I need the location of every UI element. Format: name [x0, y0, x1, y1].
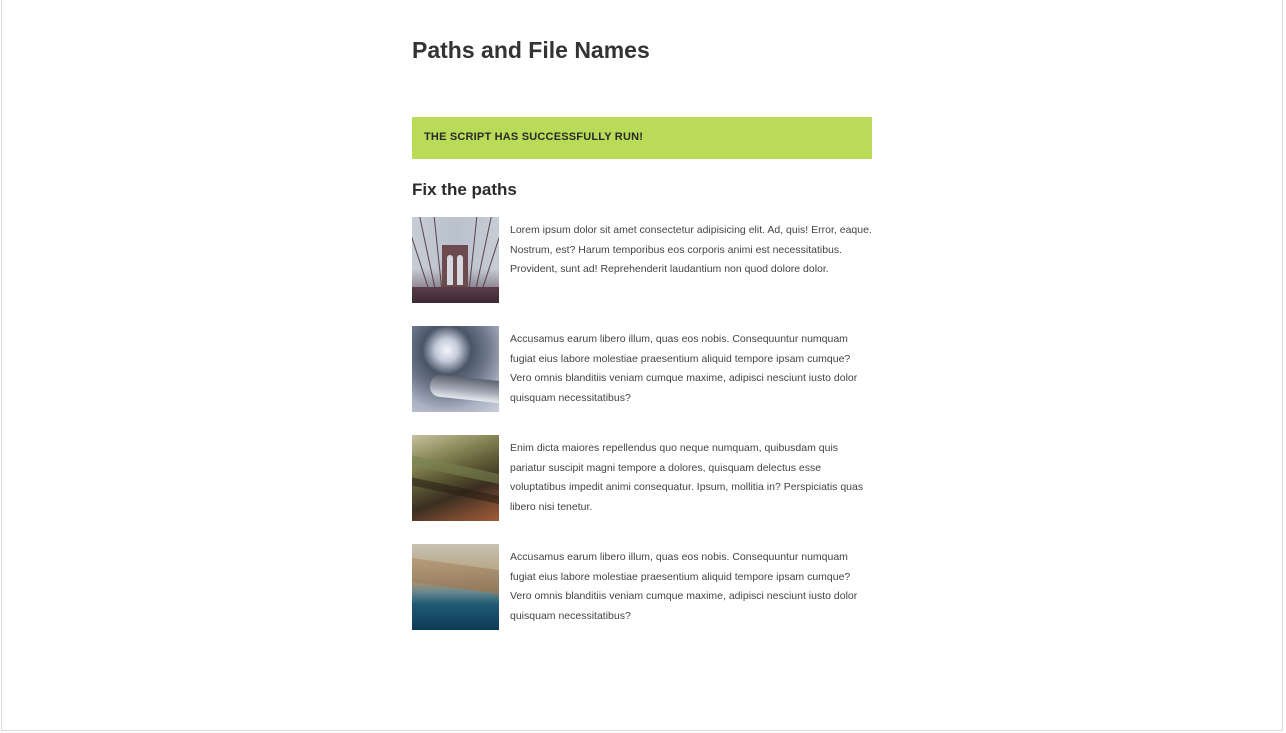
bridge-photo [412, 217, 499, 303]
success-alert: THE SCRIPT HAS SUCCESSFULLY RUN! [412, 117, 872, 159]
content-container: Paths and File Names THE SCRIPT HAS SUCC… [412, 0, 872, 653]
list-item: Accusamus earum libero illum, quas eos n… [412, 326, 872, 412]
success-alert-message: THE SCRIPT HAS SUCCESSFULLY RUN! [424, 131, 644, 143]
section-title: Fix the paths [412, 180, 517, 199]
list-item-text: Accusamus earum libero illum, quas eos n… [510, 551, 858, 622]
list-item: Enim dicta maiores repellendus quo neque… [412, 435, 872, 521]
list-item: Lorem ipsum dolor sit amet consectetur a… [412, 217, 872, 303]
media-list: Lorem ipsum dolor sit amet consectetur a… [412, 217, 872, 630]
log-photo [412, 435, 499, 521]
list-item-text: Enim dicta maiores repellendus quo neque… [510, 442, 864, 513]
phone-photo [412, 326, 499, 412]
list-item: Accusamus earum libero illum, quas eos n… [412, 544, 872, 630]
list-item-text: Accusamus earum libero illum, quas eos n… [510, 333, 858, 404]
list-item-text: Lorem ipsum dolor sit amet consectetur a… [510, 224, 872, 275]
page-title: Paths and File Names [412, 37, 650, 63]
coast-photo [412, 544, 499, 630]
